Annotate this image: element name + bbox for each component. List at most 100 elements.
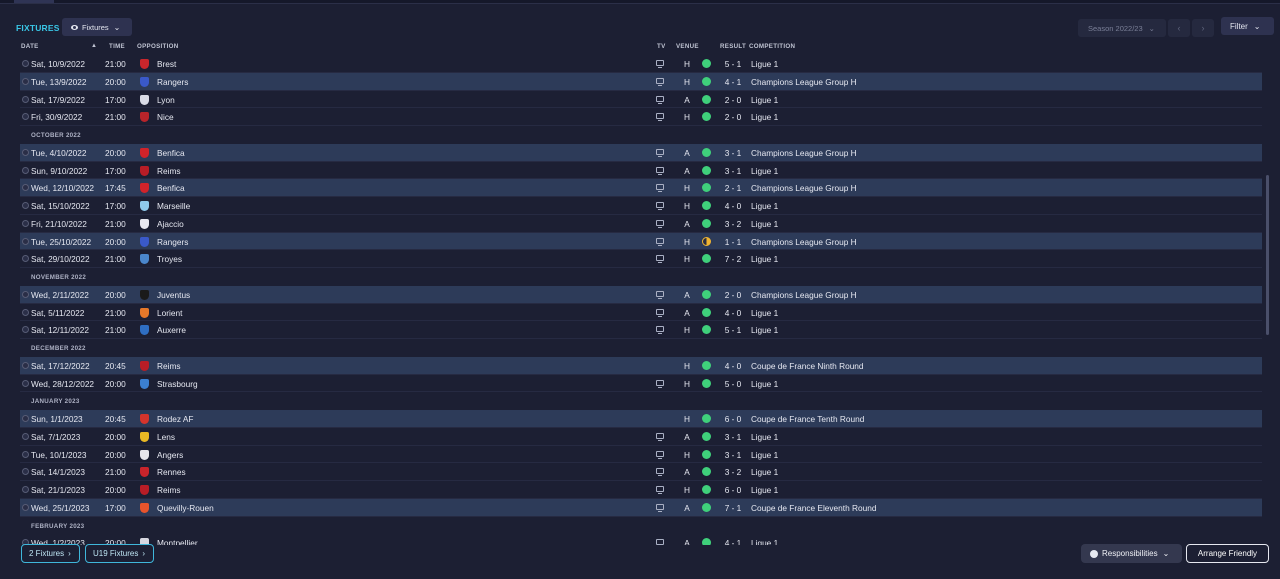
- column-opposition[interactable]: OPPOSITION: [137, 43, 179, 50]
- arrange-friendly-button[interactable]: Arrange Friendly: [1186, 544, 1269, 563]
- fixture-row[interactable]: Sat, 17/12/2022 20:45 Reims H 4 - 0 Coupe de …: [20, 356, 1262, 375]
- row-select-toggle[interactable]: [22, 415, 29, 422]
- fixture-row[interactable]: Sat, 12/11/2022 21:00 Auxerre H 5 - 1 Ligue 1: [20, 321, 1262, 339]
- result-score[interactable]: 5 - 1: [719, 325, 747, 335]
- row-select-toggle[interactable]: [22, 60, 29, 67]
- opposition-name[interactable]: Rodez AF: [157, 414, 193, 424]
- fixture-row[interactable]: Sat, 15/10/2022 17:00 Marseille H 4 - 0 Ligue…: [20, 197, 1262, 215]
- column-result[interactable]: RESULT: [720, 43, 746, 50]
- fixtures-link-button[interactable]: 2 Fixtures ›: [21, 544, 80, 563]
- competition-name[interactable]: Champions League Group H: [751, 77, 857, 87]
- result-score[interactable]: 2 - 0: [719, 95, 747, 105]
- row-select-toggle[interactable]: [22, 148, 29, 156]
- competition-name[interactable]: Ligue 1: [751, 308, 778, 318]
- competition-name[interactable]: Ligue 1: [751, 485, 778, 495]
- opposition-name[interactable]: Benfica: [157, 148, 185, 158]
- competition-name[interactable]: Ligue 1: [751, 325, 778, 335]
- result-score[interactable]: 3 - 1: [719, 450, 747, 460]
- fixture-row[interactable]: Wed, 12/10/2022 17:45 Benfica H 2 - 1 Champio…: [20, 179, 1262, 197]
- opposition-name[interactable]: Marseille: [157, 201, 190, 211]
- fixture-row[interactable]: Sat, 5/11/2022 21:00 Lorient A 4 - 0 Ligue 1: [20, 304, 1262, 322]
- competition-name[interactable]: Ligue 1: [751, 467, 778, 477]
- view-dropdown[interactable]: Fixtures ⌄: [62, 18, 132, 36]
- fixture-row[interactable]: Sat, 7/1/2023 20:00 Lens A 3 - 1 Ligue 1: [20, 428, 1262, 446]
- row-select-toggle[interactable]: [22, 326, 29, 334]
- row-select-toggle[interactable]: [22, 202, 29, 209]
- competition-name[interactable]: Champions League Group H: [751, 148, 857, 158]
- result-score[interactable]: 3 - 2: [719, 467, 747, 477]
- result-score[interactable]: 7 - 1: [719, 503, 747, 513]
- fixture-row[interactable]: Fri, 30/9/2022 21:00 Nice H 2 - 0 Ligue 1: [20, 108, 1262, 126]
- row-select-toggle[interactable]: [22, 432, 29, 440]
- result-score[interactable]: 4 - 0: [719, 361, 747, 371]
- competition-name[interactable]: Champions League Group H: [751, 183, 857, 193]
- row-select-toggle[interactable]: [22, 237, 29, 245]
- opposition-name[interactable]: Juventus: [157, 290, 190, 300]
- competition-name[interactable]: Champions League Group H: [751, 290, 857, 300]
- result-score[interactable]: 6 - 0: [719, 485, 747, 495]
- opposition-name[interactable]: Troyes: [157, 254, 182, 264]
- competition-name[interactable]: Coupe de France Eleventh Round: [751, 503, 876, 513]
- opposition-name[interactable]: Quevilly-Rouen: [157, 503, 214, 513]
- column-date[interactable]: DATE: [21, 43, 39, 50]
- fixture-row[interactable]: Tue, 10/1/2023 20:00 Angers H 3 - 1 Ligue 1: [20, 446, 1262, 464]
- fixture-row[interactable]: Sun, 1/1/2023 20:45 Rodez AF H 6 - 0 Coupe de…: [20, 410, 1262, 428]
- result-score[interactable]: 3 - 2: [719, 219, 747, 229]
- competition-name[interactable]: Ligue 1: [751, 379, 778, 389]
- opposition-name[interactable]: Reims: [157, 485, 181, 495]
- row-select-toggle[interactable]: [22, 113, 29, 121]
- competition-name[interactable]: Champions League Group H: [751, 237, 857, 247]
- row-select-toggle[interactable]: [22, 77, 29, 85]
- column-competition[interactable]: COMPETITION: [749, 43, 795, 50]
- column-venue[interactable]: VENUE: [676, 43, 699, 50]
- result-score[interactable]: 2 - 0: [719, 112, 747, 122]
- u19-fixtures-button[interactable]: U19 Fixtures ›: [85, 544, 154, 563]
- row-select-toggle[interactable]: [22, 379, 29, 387]
- responsibilities-button[interactable]: Responsibilities ⌄: [1081, 544, 1182, 563]
- row-select-toggle[interactable]: [22, 290, 29, 298]
- result-score[interactable]: 5 - 0: [719, 379, 747, 389]
- filter-button[interactable]: Filter ⌄: [1221, 17, 1274, 35]
- result-score[interactable]: 4 - 0: [719, 308, 747, 318]
- opposition-name[interactable]: Nice: [157, 112, 174, 122]
- opposition-name[interactable]: Angers: [157, 450, 183, 460]
- fixture-row[interactable]: Sat, 10/9/2022 21:00 Brest H 5 - 1 Ligue 1: [20, 55, 1262, 73]
- fixture-row[interactable]: Sun, 9/10/2022 17:00 Reims A 3 - 1 Ligue 1: [20, 162, 1262, 180]
- result-score[interactable]: 3 - 1: [719, 166, 747, 176]
- opposition-name[interactable]: Reims: [157, 166, 181, 176]
- season-select[interactable]: Season 2022/23 ⌄: [1078, 19, 1166, 37]
- opposition-name[interactable]: Rennes: [157, 467, 186, 477]
- competition-name[interactable]: Ligue 1: [751, 112, 778, 122]
- scrollbar[interactable]: [1266, 175, 1269, 335]
- row-select-toggle[interactable]: [22, 219, 29, 227]
- opposition-name[interactable]: Lyon: [157, 95, 175, 105]
- result-score[interactable]: 2 - 0: [719, 290, 747, 300]
- opposition-name[interactable]: Rangers: [157, 237, 188, 247]
- competition-name[interactable]: Ligue 1: [751, 95, 778, 105]
- result-score[interactable]: 4 - 1: [719, 77, 747, 87]
- competition-name[interactable]: Ligue 1: [751, 219, 778, 229]
- fixture-row[interactable]: Wed, 2/11/2022 20:00 Juventus A 2 - 0 Champio…: [20, 285, 1262, 304]
- result-score[interactable]: 3 - 1: [719, 432, 747, 442]
- row-select-toggle[interactable]: [22, 95, 29, 103]
- opposition-name[interactable]: Lens: [157, 432, 175, 442]
- row-select-toggle[interactable]: [22, 503, 29, 511]
- row-select-toggle[interactable]: [22, 184, 29, 192]
- sort-ascending-icon[interactable]: ▲: [91, 43, 97, 49]
- fixture-row[interactable]: Wed, 28/12/2022 20:00 Strasbourg H 5 - 0 Ligu…: [20, 375, 1262, 393]
- next-season-button[interactable]: ›: [1192, 19, 1214, 37]
- opposition-name[interactable]: Reims: [157, 361, 181, 371]
- row-select-toggle[interactable]: [22, 450, 29, 458]
- opposition-name[interactable]: Ajaccio: [157, 219, 184, 229]
- fixture-row[interactable]: Wed, 25/1/2023 17:00 Quevilly-Rouen A 7 - 1 C…: [20, 498, 1262, 517]
- fixture-row[interactable]: Sat, 29/10/2022 21:00 Troyes H 7 - 2 Ligue 1: [20, 250, 1262, 268]
- row-select-toggle[interactable]: [22, 361, 29, 369]
- opposition-name[interactable]: Auxerre: [157, 325, 186, 335]
- competition-name[interactable]: Ligue 1: [751, 450, 778, 460]
- fixture-row[interactable]: Sat, 17/9/2022 17:00 Lyon A 2 - 0 Ligue 1: [20, 91, 1262, 109]
- row-select-toggle[interactable]: [22, 166, 29, 174]
- competition-name[interactable]: Ligue 1: [751, 59, 778, 69]
- row-select-toggle[interactable]: [22, 255, 29, 263]
- fixture-row[interactable]: Sat, 21/1/2023 20:00 Reims H 6 - 0 Ligue 1: [20, 481, 1262, 499]
- result-score[interactable]: 4 - 0: [719, 201, 747, 211]
